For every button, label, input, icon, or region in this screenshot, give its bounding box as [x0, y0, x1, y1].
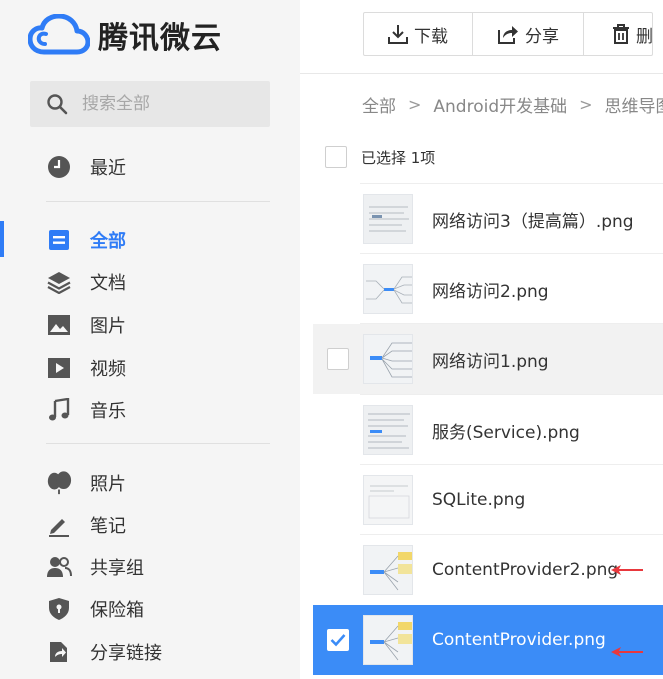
sidebar-item-videos[interactable]: 视频: [0, 348, 300, 388]
logo[interactable]: 腾讯微云: [28, 12, 222, 58]
share-button[interactable]: 分享: [473, 13, 584, 55]
selection-count: 已选择 1项: [361, 148, 436, 167]
file-checkbox-checked[interactable]: [327, 629, 349, 651]
sidebar-item-safe[interactable]: 保险箱: [0, 589, 300, 629]
file-name: 网络访问2.png: [432, 281, 549, 302]
users-icon: [47, 557, 72, 577]
chevron-right-icon: >: [579, 95, 593, 114]
sidebar-item-images[interactable]: 图片: [0, 305, 300, 345]
sidebar-item-label: 全部: [90, 231, 126, 252]
chevron-right-icon: >: [408, 95, 422, 114]
sidebar-item-label: 分享链接: [90, 643, 162, 664]
sidebar-item-notes[interactable]: 笔记: [0, 505, 300, 545]
mindmap-thumbnail-icon: [364, 335, 412, 383]
select-all-row: 已选择 1项: [325, 146, 435, 168]
sidebar: 腾讯微云 最近 全部 文档 图片 视频: [0, 0, 300, 679]
pen-icon: [49, 519, 69, 537]
mindmap-thumbnail-icon: [364, 616, 412, 664]
file-row-selected[interactable]: ContentProvider.png: [313, 605, 663, 675]
file-row[interactable]: 网络访问2.png: [313, 254, 663, 324]
file-thumbnail: [363, 475, 413, 525]
layers-icon: [47, 272, 71, 294]
cloud-logo-icon: [28, 14, 90, 55]
sidebar-item-recent[interactable]: 最近: [0, 147, 300, 187]
sidebar-item-all[interactable]: 全部: [0, 220, 300, 260]
divider: [300, 73, 663, 74]
shield-icon: [49, 598, 69, 620]
sidebar-item-share-group[interactable]: 共享组: [0, 547, 300, 587]
balloon-icon: [47, 471, 72, 495]
mindmap-thumbnail-icon: [364, 265, 412, 313]
file-thumbnail: [363, 405, 413, 455]
mindmap-thumbnail-icon: [364, 476, 412, 524]
file-thumbnail: [363, 545, 413, 595]
play-icon: [48, 358, 70, 378]
clock-icon: [48, 156, 70, 178]
sidebar-item-label: 笔记: [90, 516, 126, 537]
sidebar-item-photos[interactable]: 照片: [0, 463, 300, 503]
download-button[interactable]: 下载: [364, 13, 473, 55]
search-icon: [47, 94, 68, 115]
file-checkbox[interactable]: [327, 348, 349, 370]
sidebar-item-label: 视频: [90, 359, 126, 380]
file-row[interactable]: 网络访问1.png: [313, 324, 663, 394]
search-input[interactable]: [80, 93, 260, 115]
file-name: 网络访问3（提高篇）.png: [432, 211, 634, 232]
file-row[interactable]: 服务(Service).png: [313, 395, 663, 465]
select-all-checkbox[interactable]: [325, 146, 347, 168]
sidebar-item-docs[interactable]: 文档: [0, 262, 300, 302]
mindmap-thumbnail-icon: [364, 195, 412, 243]
download-icon: [388, 25, 408, 44]
share-link-icon: [50, 642, 67, 662]
red-arrow-annotation: [611, 647, 643, 657]
file-thumbnail: [363, 615, 413, 665]
share-icon: [498, 26, 518, 44]
app-window: 腾讯微云 最近 全部 文档 图片 视频: [0, 0, 663, 679]
document-icon: [49, 230, 69, 250]
main-panel: 下载 分享 删 全部 > Android开发基础 > 思维导图 已选择 1项: [300, 0, 663, 679]
checkmark-icon: [330, 634, 346, 647]
logo-text: 腾讯微云: [98, 21, 222, 56]
music-icon: [49, 398, 70, 421]
divider: [46, 443, 270, 444]
file-name: SQLite.png: [432, 490, 526, 510]
trash-icon: [613, 24, 629, 44]
file-thumbnail: [363, 264, 413, 314]
mindmap-thumbnail-icon: [364, 546, 412, 594]
search-box[interactable]: [30, 81, 270, 127]
breadcrumb-item-all[interactable]: 全部: [362, 92, 396, 117]
breadcrumb-item-mindmap[interactable]: 思维导图: [605, 92, 663, 117]
share-label: 分享: [525, 26, 559, 47]
sidebar-item-label: 音乐: [90, 401, 126, 422]
file-name: 服务(Service).png: [432, 422, 580, 443]
file-thumbnail: [363, 194, 413, 244]
delete-button[interactable]: 删: [584, 13, 652, 55]
download-label: 下载: [414, 26, 448, 47]
file-name: ContentProvider.png: [432, 630, 606, 650]
breadcrumb: 全部 > Android开发基础 > 思维导图: [362, 92, 663, 117]
file-row[interactable]: ContentProvider2.png: [313, 535, 663, 605]
file-name: 网络访问1.png: [432, 351, 549, 372]
sidebar-item-label: 保险箱: [90, 600, 144, 621]
image-icon: [48, 315, 70, 335]
sidebar-item-label: 共享组: [90, 558, 144, 579]
sidebar-item-share-links[interactable]: 分享链接: [0, 632, 300, 672]
divider: [46, 201, 270, 202]
sidebar-item-label: 照片: [90, 474, 126, 495]
delete-label: 删: [636, 26, 652, 47]
file-row[interactable]: SQLite.png: [313, 465, 663, 535]
file-name: ContentProvider2.png: [432, 560, 619, 580]
sidebar-item-label: 文档: [90, 273, 126, 294]
file-thumbnail: [363, 334, 413, 384]
breadcrumb-item-android[interactable]: Android开发基础: [433, 92, 567, 117]
red-arrow-annotation: [611, 565, 643, 575]
sidebar-item-label: 图片: [90, 316, 126, 337]
sidebar-item-music[interactable]: 音乐: [0, 390, 300, 430]
file-row[interactable]: 网络访问3（提高篇）.png: [313, 184, 663, 254]
mindmap-thumbnail-icon: [364, 406, 412, 454]
toolbar: 下载 分享 删: [363, 12, 653, 56]
sidebar-item-label: 最近: [90, 158, 126, 179]
